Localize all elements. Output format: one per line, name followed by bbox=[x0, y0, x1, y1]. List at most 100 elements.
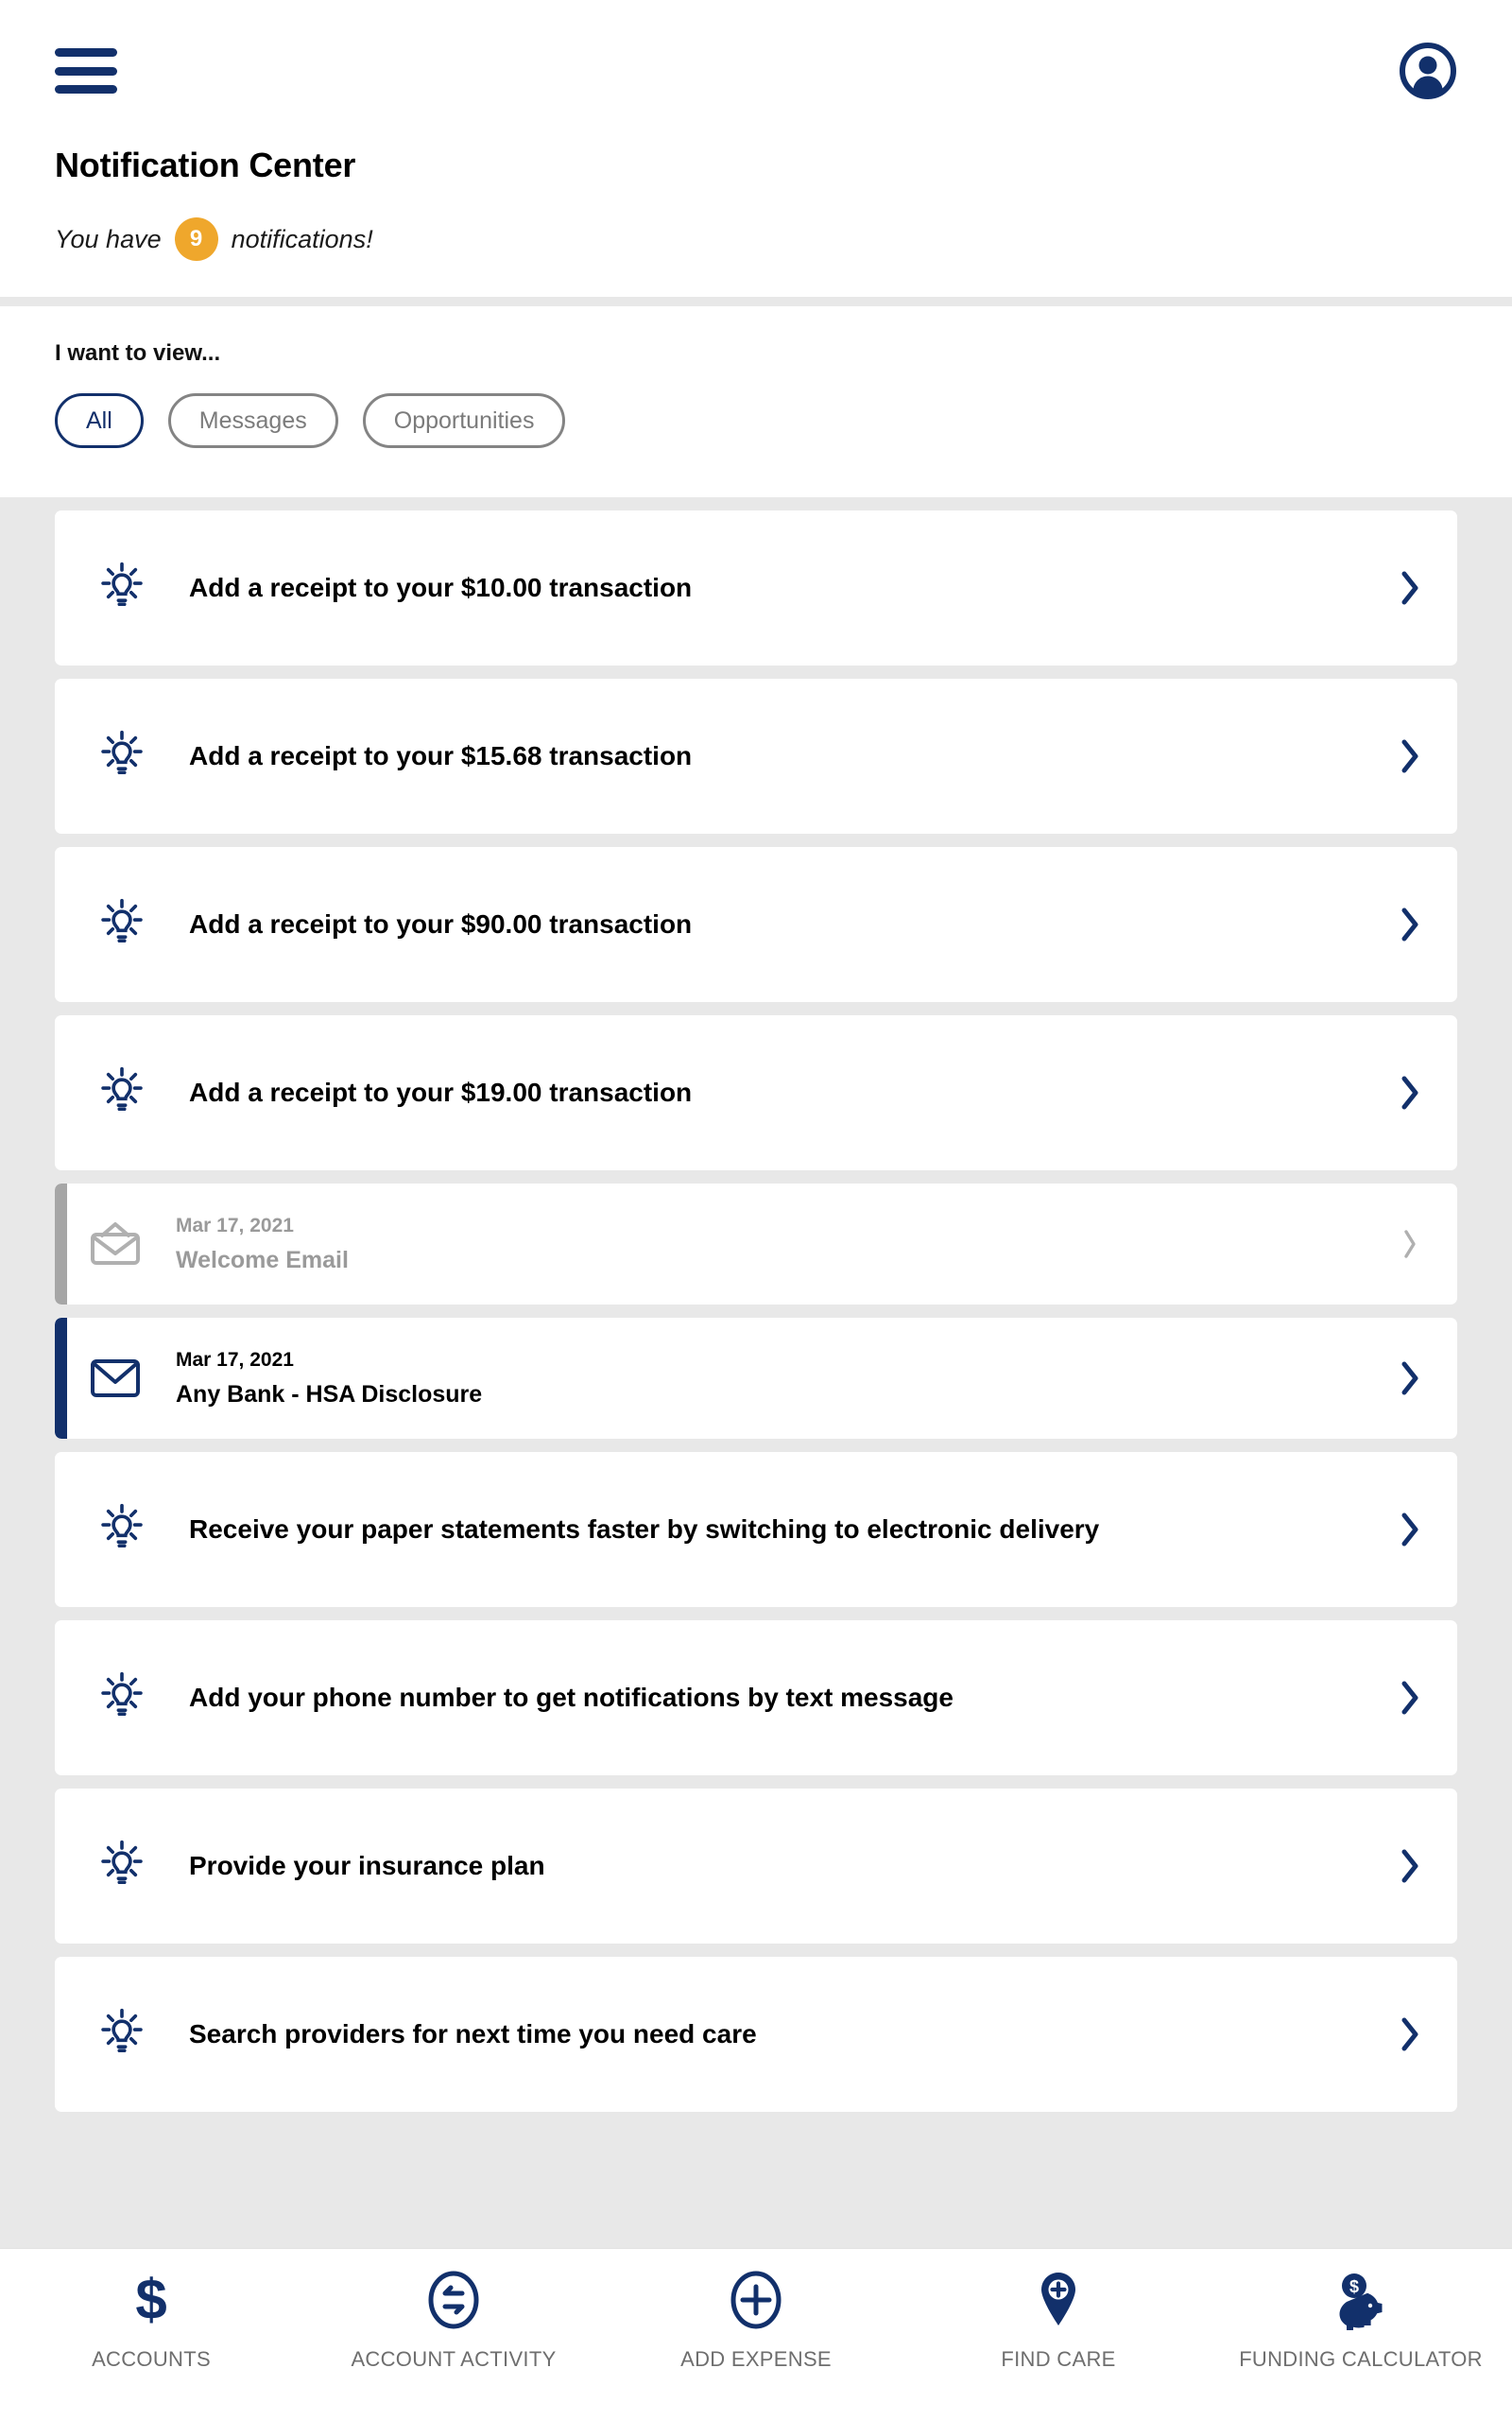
summary-suffix: notifications! bbox=[231, 224, 373, 253]
notification-title: Add a receipt to your $19.00 transaction bbox=[189, 1078, 693, 1107]
chevron-right-icon[interactable] bbox=[1363, 2015, 1457, 2053]
envelope-open-icon bbox=[55, 1221, 176, 1267]
lightbulb-icon bbox=[55, 1065, 189, 1120]
nav-item-add-expense[interactable]: ADD EXPENSE bbox=[605, 2270, 907, 2372]
notification-count-badge: 9 bbox=[174, 217, 218, 261]
message-date: Mar 17, 2021 bbox=[176, 1214, 294, 1236]
lightbulb-icon bbox=[55, 1670, 189, 1725]
nav-label: ADD EXPENSE bbox=[680, 2347, 832, 2371]
lightbulb-glyph bbox=[101, 1066, 143, 1112]
nav-label: ACCOUNTS bbox=[92, 2347, 211, 2371]
envelope-open-glyph bbox=[91, 1222, 140, 1265]
nav-label: ACCOUNT ACTIVITY bbox=[351, 2347, 557, 2371]
notification-title: Add your phone number to get notificatio… bbox=[189, 1683, 954, 1712]
app-header: Notification Center You have 9 notificat… bbox=[0, 0, 1512, 297]
nav-label: FIND CARE bbox=[1001, 2347, 1116, 2371]
bottom-navigation-bar: $ ACCOUNTS ACCOUNT ACTIVITY ADD EXPENSE … bbox=[0, 2248, 1512, 2420]
page-title: Notification Center bbox=[55, 146, 356, 184]
chevron-right-glyph bbox=[1401, 1361, 1418, 1395]
chevron-right-icon[interactable] bbox=[1363, 1511, 1457, 1548]
lightbulb-glyph bbox=[101, 730, 143, 775]
message-subject: Any Bank - HSA Disclosure bbox=[176, 1380, 483, 1408]
hamburger-bar bbox=[55, 85, 117, 94]
chevron-right-icon[interactable] bbox=[1363, 1074, 1457, 1112]
notification-center-screen: Notification Center You have 9 notificat… bbox=[0, 0, 1512, 2420]
nav-item-funding-calculator[interactable]: $ FUNDING CALCULATOR bbox=[1210, 2270, 1512, 2372]
chevron-right-icon[interactable] bbox=[1363, 1679, 1457, 1717]
user-account-glyph bbox=[1400, 43, 1456, 99]
summary-prefix: You have bbox=[55, 224, 162, 253]
chevron-right-icon[interactable] bbox=[1363, 737, 1457, 775]
piggy-bank-icon: $ bbox=[1332, 2270, 1390, 2330]
map-pin-plus-glyph bbox=[1041, 2273, 1075, 2325]
notification-card-opportunity[interactable]: Add a receipt to your $10.00 transaction bbox=[55, 510, 1457, 666]
lightbulb-icon bbox=[55, 561, 189, 615]
lightbulb-glyph bbox=[101, 1503, 143, 1548]
notification-card-opportunity[interactable]: Add a receipt to your $15.68 transaction bbox=[55, 679, 1457, 834]
notification-card-opportunity[interactable]: Add your phone number to get notificatio… bbox=[55, 1620, 1457, 1775]
hamburger-bar bbox=[55, 66, 117, 76]
notification-title: Add a receipt to your $15.68 transaction bbox=[189, 741, 693, 770]
chevron-right-icon[interactable] bbox=[1363, 569, 1457, 607]
chevron-right-glyph bbox=[1401, 1076, 1418, 1110]
hamburger-bar bbox=[55, 48, 117, 57]
chevron-right-glyph bbox=[1401, 2017, 1418, 2051]
notification-list[interactable]: Add a receipt to your $10.00 transaction bbox=[0, 497, 1512, 2248]
envelope-closed-icon bbox=[55, 1357, 176, 1399]
user-account-icon[interactable] bbox=[1399, 42, 1457, 100]
notification-title: Add a receipt to your $90.00 transaction bbox=[189, 909, 693, 939]
chevron-right-glyph bbox=[1404, 1230, 1416, 1258]
dollar-sign-icon: $ bbox=[129, 2270, 173, 2330]
chevron-right-glyph bbox=[1401, 1849, 1418, 1883]
lightbulb-glyph bbox=[101, 1840, 143, 1885]
chevron-right-icon[interactable] bbox=[1363, 906, 1457, 943]
transfer-arrows-circle-icon bbox=[426, 2270, 481, 2330]
nav-item-find-care[interactable]: FIND CARE bbox=[907, 2270, 1210, 2372]
message-date: Mar 17, 2021 bbox=[176, 1348, 294, 1371]
envelope-closed-glyph bbox=[91, 1359, 140, 1397]
notification-card-opportunity[interactable]: Add a receipt to your $90.00 transaction bbox=[55, 847, 1457, 1002]
filter-section: I want to view... All Messages Opportuni… bbox=[0, 306, 1512, 497]
read-status-bar bbox=[55, 1184, 67, 1305]
message-subject: Welcome Email bbox=[176, 1246, 349, 1273]
plus-circle-icon bbox=[729, 2270, 783, 2330]
message-text-block: Mar 17, 2021 Welcome Email bbox=[176, 1215, 1363, 1274]
lightbulb-icon bbox=[55, 897, 189, 952]
notification-card-message-read[interactable]: Mar 17, 2021 Welcome Email bbox=[55, 1184, 1457, 1305]
lightbulb-glyph bbox=[101, 2008, 143, 2053]
piggy-bank-glyph: $ bbox=[1339, 2273, 1383, 2330]
notification-title: Search providers for next time you need … bbox=[189, 2019, 757, 2048]
chevron-right-icon[interactable] bbox=[1363, 1359, 1457, 1397]
map-pin-plus-icon bbox=[1036, 2270, 1081, 2330]
notification-card-message-unread[interactable]: Mar 17, 2021 Any Bank - HSA Disclosure bbox=[55, 1318, 1457, 1439]
transfer-arrows-circle-glyph bbox=[428, 2271, 479, 2329]
filter-section-label: I want to view... bbox=[55, 340, 221, 366]
notification-card-opportunity[interactable]: Add a receipt to your $19.00 transaction bbox=[55, 1015, 1457, 1170]
message-text-block: Mar 17, 2021 Any Bank - HSA Disclosure bbox=[176, 1349, 1363, 1409]
chevron-right-glyph bbox=[1401, 1512, 1418, 1547]
filter-pill-all[interactable]: All bbox=[55, 393, 144, 448]
nav-item-accounts[interactable]: $ ACCOUNTS bbox=[0, 2270, 302, 2372]
notification-title: Receive your paper statements faster by … bbox=[189, 1514, 1100, 1544]
unread-status-bar bbox=[55, 1318, 67, 1439]
section-divider bbox=[0, 297, 1512, 306]
chevron-right-icon[interactable] bbox=[1363, 1847, 1457, 1885]
notification-card-opportunity[interactable]: Search providers for next time you need … bbox=[55, 1957, 1457, 2112]
lightbulb-icon bbox=[55, 2007, 189, 2062]
hamburger-menu-icon[interactable] bbox=[55, 44, 117, 97]
notification-title: Provide your insurance plan bbox=[189, 1851, 545, 1880]
notification-title: Add a receipt to your $10.00 transaction bbox=[189, 573, 693, 602]
plus-circle-glyph bbox=[730, 2271, 782, 2329]
notification-card-opportunity[interactable]: Provide your insurance plan bbox=[55, 1789, 1457, 1944]
filter-pill-messages[interactable]: Messages bbox=[167, 393, 338, 448]
lightbulb-glyph bbox=[101, 1671, 143, 1717]
filter-pill-opportunities[interactable]: Opportunities bbox=[362, 393, 566, 448]
lightbulb-icon bbox=[55, 729, 189, 784]
filter-pill-row: All Messages Opportunities bbox=[55, 393, 1457, 448]
header-top-bar bbox=[55, 0, 1457, 142]
notification-summary: You have 9 notifications! bbox=[55, 217, 1457, 261]
nav-item-account-activity[interactable]: ACCOUNT ACTIVITY bbox=[302, 2270, 605, 2372]
chevron-right-icon[interactable] bbox=[1363, 1228, 1457, 1260]
notification-card-opportunity[interactable]: Receive your paper statements faster by … bbox=[55, 1452, 1457, 1607]
dollar-sign-glyph: $ bbox=[135, 2270, 166, 2330]
